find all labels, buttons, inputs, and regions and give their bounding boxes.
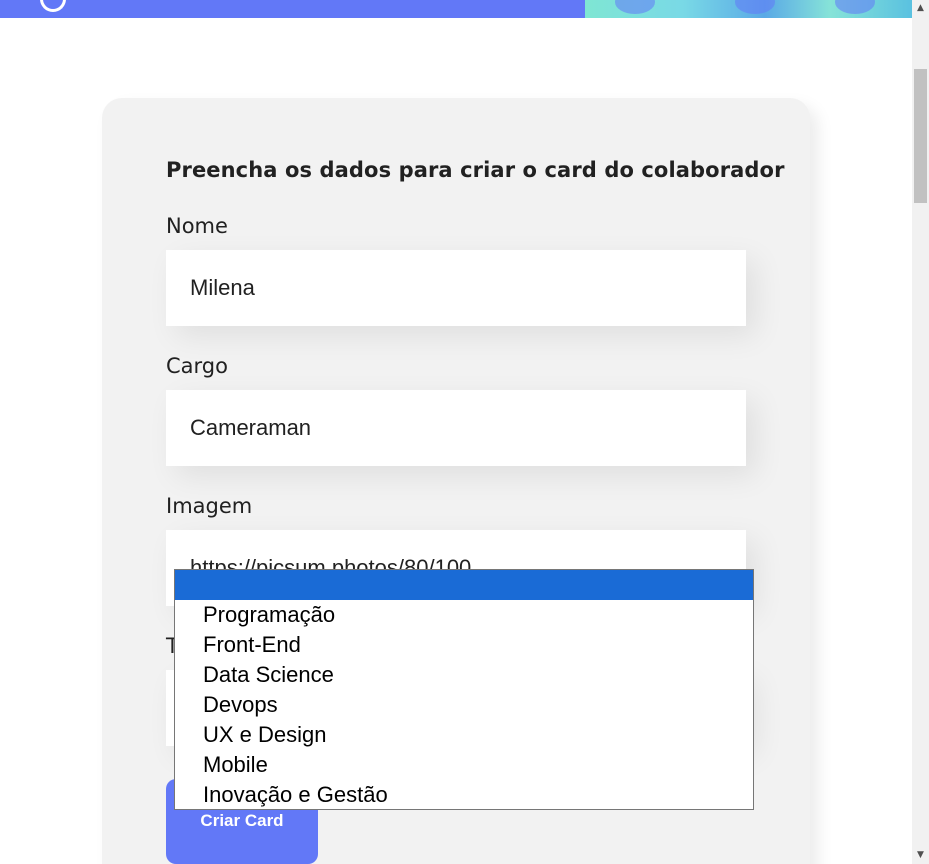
dropdown-option-mobile[interactable]: Mobile — [175, 750, 753, 780]
banner-illustration-shape — [615, 0, 655, 14]
banner-illustration-shape — [735, 0, 775, 14]
scroll-down-arrow-icon[interactable]: ▼ — [912, 847, 929, 864]
time-dropdown-list[interactable]: Programação Front-End Data Science Devop… — [174, 569, 754, 810]
cargo-input-value: Cameraman — [190, 415, 312, 440]
nome-input-value: Milena — [190, 275, 255, 300]
header-banner — [0, 0, 912, 18]
banner-illustration-shape — [835, 0, 875, 14]
dropdown-option-devops[interactable]: Devops — [175, 690, 753, 720]
cargo-label: Cargo — [166, 354, 228, 378]
vertical-scrollbar[interactable]: ▲ ▼ — [912, 0, 929, 864]
banner-illustration — [585, 0, 912, 18]
scrollbar-thumb[interactable] — [914, 69, 927, 203]
nome-label: Nome — [166, 214, 228, 238]
imagem-label: Imagem — [166, 494, 253, 518]
form-title: Preencha os dados para criar o card do c… — [166, 158, 785, 182]
dropdown-option-empty[interactable] — [175, 570, 753, 600]
nome-input[interactable]: Milena — [166, 250, 746, 326]
dropdown-option-front-end[interactable]: Front-End — [175, 630, 753, 660]
dropdown-option-data-science[interactable]: Data Science — [175, 660, 753, 690]
dropdown-option-programacao[interactable]: Programação — [175, 600, 753, 630]
logo — [40, 0, 66, 12]
cargo-input[interactable]: Cameraman — [166, 390, 746, 466]
dropdown-option-ux-design[interactable]: UX e Design — [175, 720, 753, 750]
scroll-up-arrow-icon[interactable]: ▲ — [912, 0, 929, 17]
dropdown-option-inovacao-gestao[interactable]: Inovação e Gestão — [175, 780, 753, 810]
